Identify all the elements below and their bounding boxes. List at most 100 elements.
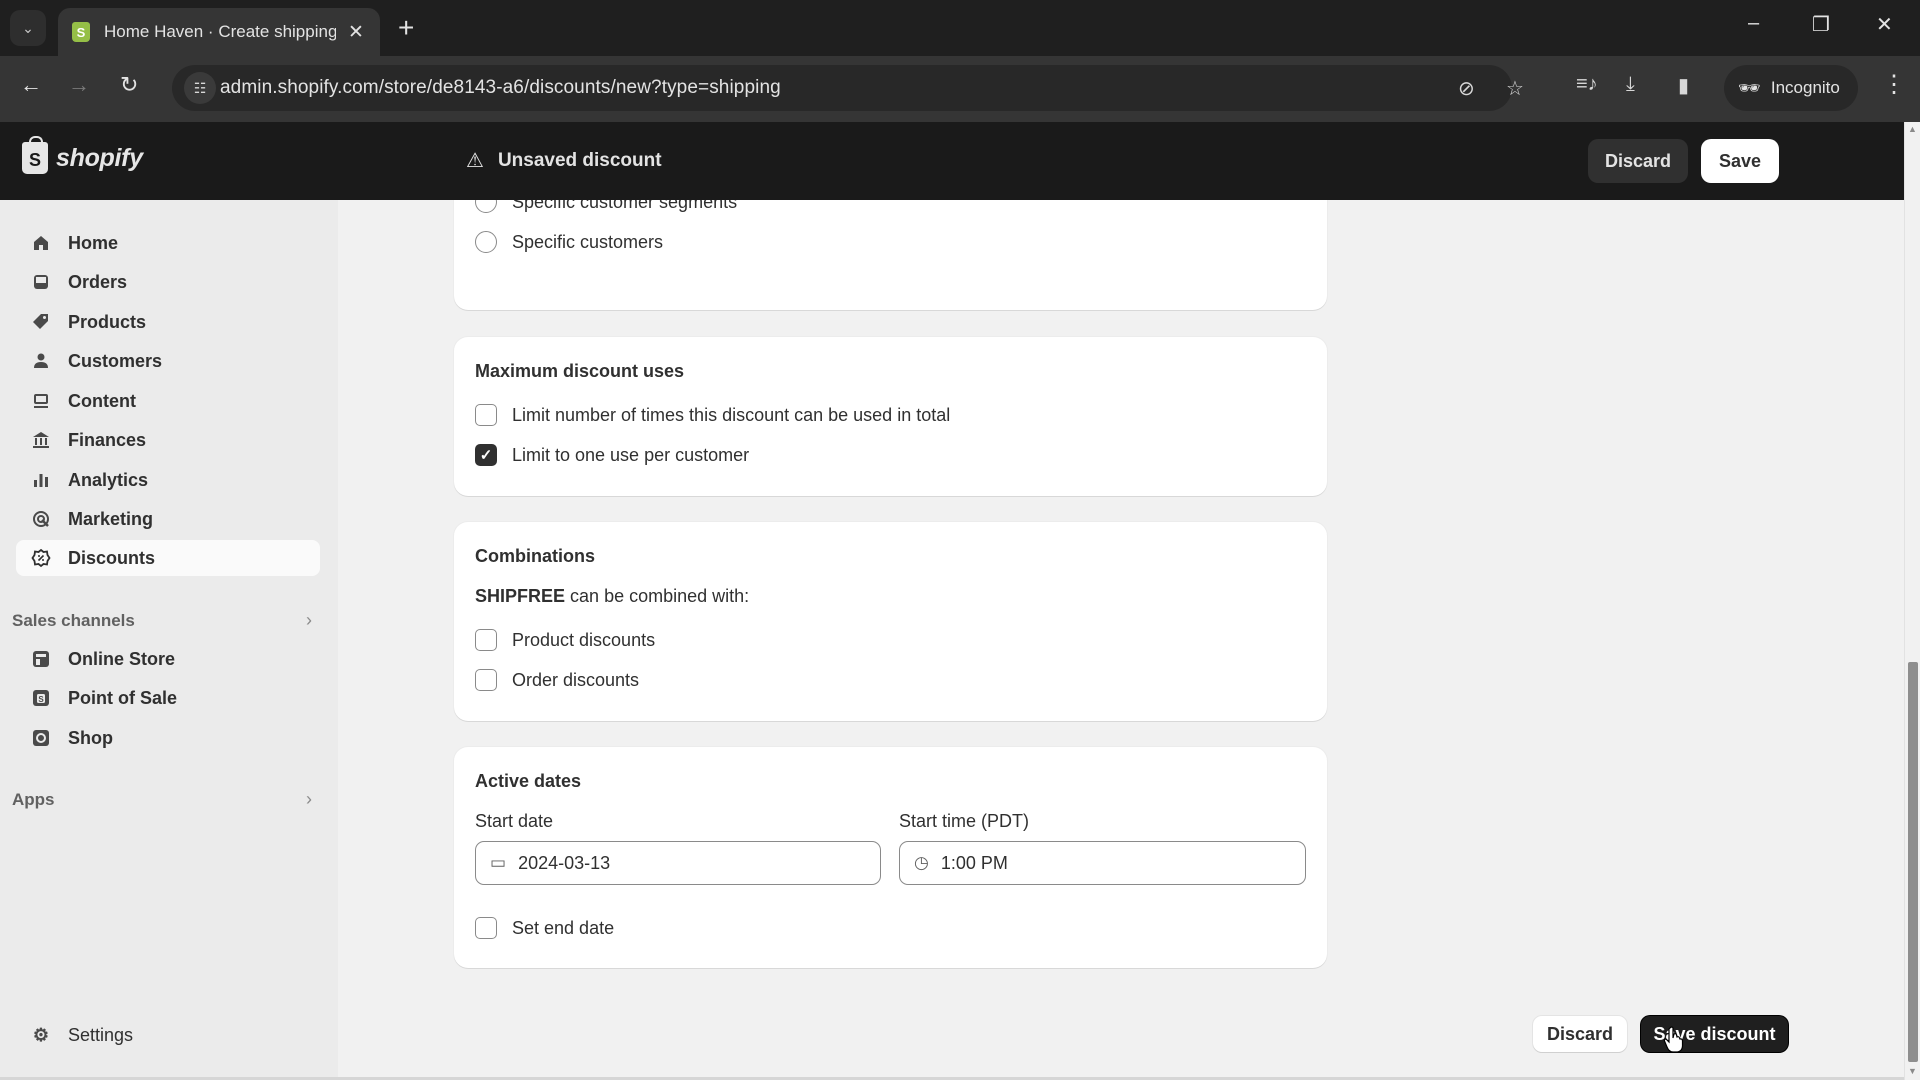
sidebar-item-label: Settings [68,1024,134,1045]
gear-icon: ⚙ [32,1024,50,1045]
browser-tab-bar: ⌄ S Home Haven · Create shipping ✕ + – ❐… [0,0,1920,56]
sidebar: Home Orders Products Customers Content F… [0,200,338,1080]
url-bar[interactable]: ☷ admin.shopify.com/store/de8143-a6/disc… [172,65,1524,111]
checkbox-label: Set end date [512,917,615,938]
combinations-text: can be combined with: [570,586,750,606]
new-tab-button[interactable]: + [398,12,414,44]
radio-button[interactable] [475,231,497,253]
checkbox-option[interactable]: ✓ Limit to one use per customer [475,444,749,466]
site-info-icon[interactable]: ☷ [184,72,216,104]
discard-button[interactable]: Discard [1533,1016,1627,1052]
scroll-up-arrow-icon[interactable]: ▲ [1908,124,1917,134]
forward-button[interactable]: → [68,72,90,98]
checkbox-option[interactable]: Order discounts [475,669,639,691]
reload-button[interactable]: ↻ [120,72,138,98]
sidebar-item-products[interactable]: Products [16,304,320,340]
warning-icon: ⚠ [466,150,484,172]
sidebar-item-online-store[interactable]: Online Store [16,641,320,677]
sidebar-item-customers[interactable]: Customers [16,343,320,379]
sidebar-item-discounts[interactable]: Discounts [16,540,320,576]
radio-label: Specific customers [512,231,664,252]
apps-label: Apps [12,789,55,809]
logo-text: shopify [56,143,143,172]
store-icon [30,648,52,670]
main-content: Specific customer segments Specific cust… [338,200,1904,1080]
incognito-badge[interactable]: 🕶 Incognito [1724,65,1858,111]
start-date-input[interactable]: ▭ 2024-03-13 [475,841,881,885]
kebab-menu-icon[interactable]: ⋮ [1882,70,1906,99]
sidebar-item-label: Content [68,390,136,411]
checkbox-label: Product discounts [512,629,656,650]
sales-channels-label: Sales channels [12,610,135,630]
start-time-value: 1:00 PM [940,852,1008,873]
image-icon [30,390,52,412]
close-tab-icon[interactable]: ✕ [348,21,364,44]
sidebar-item-label: Customers [68,350,163,371]
discount-code: SHIPFREE [475,586,566,606]
vertical-scrollbar[interactable]: ▲ ▼ [1904,122,1920,1080]
sidebar-item-orders[interactable]: Orders [16,264,320,300]
sidebar-item-analytics[interactable]: Analytics [16,462,320,498]
scrollbar-thumb[interactable] [1908,662,1918,1062]
apps-heading[interactable]: Apps › [12,789,312,810]
card-title: Active dates [475,771,582,791]
unsaved-status-text: Unsaved discount [497,149,662,171]
combinations-card: Combinations SHIPFREE can be combined wi… [454,522,1327,721]
sidebar-item-point-of-sale[interactable]: S Point of Sale [16,680,320,716]
sidebar-item-content[interactable]: Content [16,383,320,419]
sidebar-item-settings[interactable]: ⚙ Settings [16,1017,320,1053]
sidebar-item-label: Home [68,232,119,253]
checkbox-option[interactable]: Set end date [475,917,614,939]
sidebar-item-finances[interactable]: Finances [16,422,320,458]
browser-tab[interactable]: S Home Haven · Create shipping ✕ [58,8,380,56]
checkbox[interactable] [475,917,497,939]
sidebar-item-label: Discounts [68,547,156,568]
svg-text:S: S [38,695,44,704]
checkbox-option[interactable]: Product discounts [475,629,655,651]
sidebar-item-label: Finances [68,429,147,450]
checkbox-option[interactable]: Limit number of times this discount can … [475,404,950,426]
discount-icon [30,547,52,569]
shop-icon [30,727,52,749]
side-panel-icon[interactable]: ▮ [1678,73,1689,98]
customer-eligibility-card: Specific customer segments Specific cust… [454,200,1327,310]
radio-label: Specific customer segments [512,200,738,212]
radio-button[interactable] [475,200,497,213]
eye-off-icon[interactable]: ⊘ [1458,76,1475,101]
bookmark-star-icon[interactable]: ☆ [1506,76,1524,101]
checkbox-label: Order discounts [512,669,640,690]
url-text[interactable]: admin.shopify.com/store/de8143-a6/discou… [220,77,781,99]
checkbox-label: Limit to one use per customer [512,444,750,465]
start-time-label: Start time (PDT) [899,811,1030,831]
restore-icon[interactable]: ❐ [1812,12,1830,37]
inbox-icon [30,271,52,293]
top-discard-button[interactable]: Discard [1588,139,1688,183]
radio-option[interactable]: Specific customers [475,231,663,253]
checkbox-checked[interactable]: ✓ [475,444,497,466]
tab-search-button[interactable]: ⌄ [10,10,46,46]
checkbox[interactable] [475,629,497,651]
active-dates-card: Active dates Start date ▭ 2024-03-13 Sta… [454,747,1327,968]
scroll-down-arrow-icon[interactable]: ▼ [1908,1066,1917,1076]
media-control-icon[interactable]: ≡♪ [1576,73,1598,96]
sidebar-item-home[interactable]: Home [16,225,320,261]
shopify-logo[interactable]: S shopify [22,136,143,174]
address-bar: ← → ↻ ☷ admin.shopify.com/store/de8143-a… [0,56,1920,122]
sales-channels-heading[interactable]: Sales channels › [12,610,312,631]
sidebar-item-marketing[interactable]: Marketing [16,501,320,537]
minimize-icon[interactable]: – [1748,12,1759,35]
bar-chart-icon [30,469,52,491]
back-button[interactable]: ← [20,72,42,98]
tag-icon [30,311,52,333]
top-save-button[interactable]: Save [1701,139,1779,183]
radio-option[interactable]: Specific customer segments [475,200,737,213]
sidebar-item-shop[interactable]: Shop [16,720,320,756]
close-window-icon[interactable]: ✕ [1876,12,1893,37]
checkbox[interactable] [475,669,497,691]
download-icon[interactable]: ⤓ [1626,73,1635,96]
start-time-input[interactable]: ◷ 1:00 PM [899,841,1306,885]
checkbox[interactable] [475,404,497,426]
chevron-right-icon: › [306,610,312,630]
sidebar-item-label: Analytics [68,469,149,490]
incognito-icon: 🕶 [1738,77,1761,98]
